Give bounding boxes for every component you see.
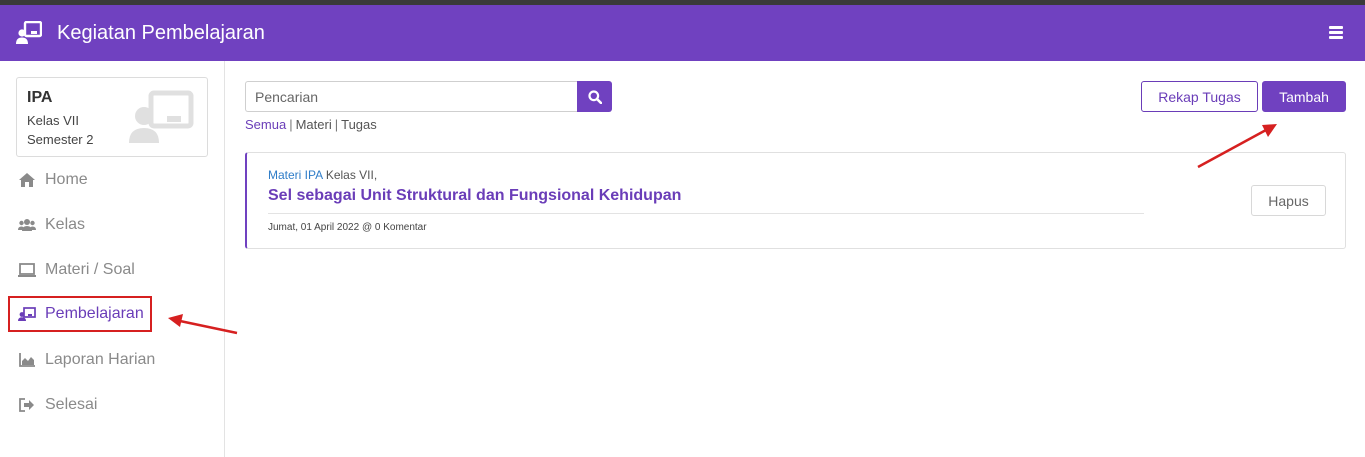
post-class: Kelas VII, — [325, 168, 378, 182]
classroom-icon — [18, 306, 36, 322]
sidebar: IPA Kelas VII Semester 2 Home Kelas Mate… — [0, 61, 225, 457]
post-meta: Materi IPA Kelas VII, — [268, 168, 377, 182]
sidebar-item-laporan-harian[interactable]: Laporan Harian — [8, 342, 208, 378]
sidebar-item-pembelajaran[interactable]: Pembelajaran — [8, 296, 152, 332]
filter-task-link[interactable]: Tugas — [341, 117, 377, 132]
sidebar-item-label: Home — [45, 171, 88, 188]
post-category-link[interactable]: Materi IPA — [268, 168, 322, 182]
app-title: Kegiatan Pembelajaran — [57, 22, 265, 44]
sidebar-item-home[interactable]: Home — [8, 162, 208, 198]
profile-semester: Semester 2 — [27, 132, 94, 147]
delete-button[interactable]: Hapus — [1251, 185, 1326, 216]
menu-toggle-icon[interactable] — [1329, 26, 1343, 39]
sidebar-item-label: Materi / Soal — [45, 261, 135, 278]
top-navbar: Kegiatan Pembelajaran — [0, 5, 1365, 61]
sidebar-item-label: Selesai — [45, 396, 98, 413]
search-input[interactable] — [245, 81, 578, 112]
sidebar-item-label: Laporan Harian — [45, 351, 156, 368]
users-icon — [18, 217, 36, 233]
post-card: Materi IPA Kelas VII, Sel sebagai Unit S… — [245, 152, 1346, 249]
sidebar-item-label: Pembelajaran — [45, 305, 144, 322]
search-bar — [245, 81, 612, 112]
filter-all-link[interactable]: Semua — [245, 117, 286, 132]
search-button[interactable] — [577, 81, 612, 112]
filter-links: Semua | Materi | Tugas — [245, 117, 377, 132]
post-date: Jumat, 01 April 2022 @ 0 Komentar — [268, 222, 427, 233]
laptop-icon — [18, 262, 36, 278]
search-icon — [587, 89, 602, 104]
classroom-icon — [129, 90, 194, 143]
classroom-icon — [16, 21, 42, 44]
sidebar-item-selesai[interactable]: Selesai — [8, 387, 208, 423]
sign-out-icon — [18, 397, 36, 413]
profile-class: Kelas VII — [27, 113, 80, 128]
sidebar-item-label: Kelas — [45, 216, 86, 233]
tambah-button[interactable]: Tambah — [1262, 81, 1346, 112]
post-divider — [268, 213, 1144, 214]
rekap-tugas-button[interactable]: Rekap Tugas — [1141, 81, 1258, 112]
filter-separator: | — [334, 117, 339, 132]
filter-material-link[interactable]: Materi — [296, 117, 332, 132]
home-icon — [18, 172, 36, 188]
sidebar-item-materi-soal[interactable]: Materi / Soal — [8, 252, 208, 288]
sidebar-item-kelas[interactable]: Kelas — [8, 207, 208, 243]
area-chart-icon — [18, 352, 36, 368]
post-title[interactable]: Sel sebagai Unit Struktural dan Fungsion… — [268, 187, 681, 205]
class-profile-card: IPA Kelas VII Semester 2 — [16, 77, 208, 157]
filter-separator: | — [289, 117, 293, 132]
profile-subject: IPA — [27, 89, 53, 106]
